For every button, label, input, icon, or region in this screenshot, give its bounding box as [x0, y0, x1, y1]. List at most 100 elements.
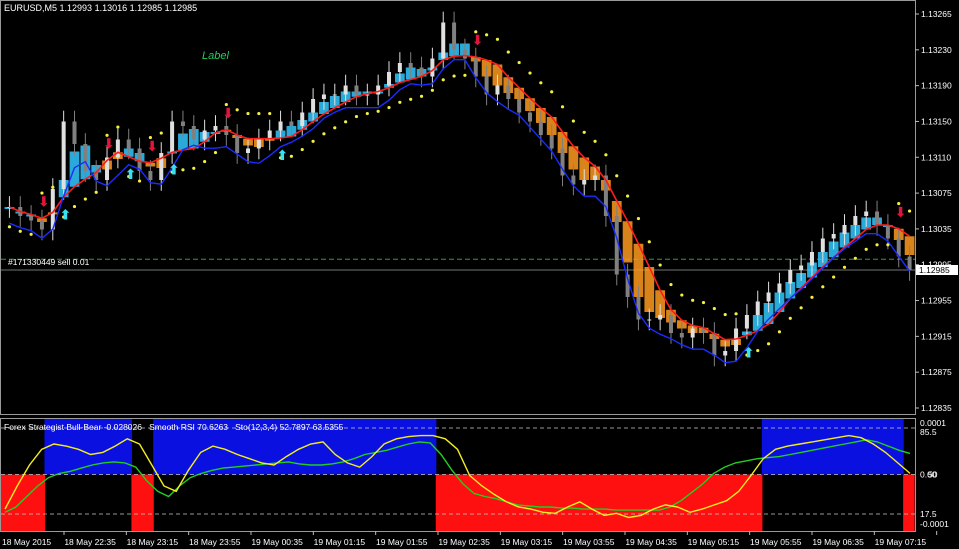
- candle-body: [311, 99, 316, 113]
- candle-body: [148, 171, 153, 180]
- candle-body: [788, 270, 793, 284]
- bear-bar: [446, 474, 459, 531]
- trend-dot: [322, 132, 326, 136]
- candle-body: [430, 58, 435, 77]
- bear-bar: [1, 474, 13, 531]
- rsi-value: 70.6263: [197, 422, 229, 432]
- bear-bar: [511, 474, 524, 531]
- time-axis-label: 18 May 23:15: [127, 537, 179, 547]
- candle-body: [799, 265, 804, 270]
- time-axis-label: 18 May 2015: [2, 537, 51, 547]
- bear-bar: [457, 474, 469, 531]
- trend-dot: [734, 312, 738, 316]
- candle-body: [744, 315, 749, 329]
- candle-body: [441, 22, 446, 59]
- candle-body: [582, 180, 587, 185]
- trend-dot: [192, 166, 196, 170]
- trend-dot: [799, 306, 803, 310]
- indicator-panel: [0, 418, 916, 532]
- trend-dot: [94, 190, 98, 194]
- bull-bar: [414, 419, 426, 475]
- buy-arrow-icon: ⬆: [743, 345, 755, 361]
- trend-dot: [376, 109, 380, 113]
- rsi-label: Smooth RSI: [149, 422, 195, 432]
- trend-dot: [235, 108, 239, 112]
- trend-dot: [582, 130, 586, 134]
- candle-body: [202, 130, 207, 140]
- candle-body: [72, 121, 77, 144]
- trend-dot: [137, 179, 142, 183]
- trend-dot: [203, 159, 207, 164]
- candle-body: [473, 58, 478, 77]
- candle-body: [517, 99, 522, 113]
- time-axis-label: 18 May 22:35: [64, 537, 116, 547]
- time-axis-label: 19 May 04:35: [625, 537, 677, 547]
- time-axis-label: 19 May 07:15: [875, 537, 927, 547]
- time-axis-label: 19 May 02:35: [438, 537, 490, 547]
- chart-label-text[interactable]: Label: [202, 50, 229, 62]
- candle-body: [191, 126, 196, 140]
- bear-bar: [479, 474, 491, 531]
- bear-bar: [555, 474, 567, 531]
- trend-dot: [593, 139, 597, 143]
- bear-bar: [490, 474, 502, 531]
- trend-dot: [615, 174, 619, 178]
- main-panel-frame: [0, 0, 916, 415]
- bull-bar: [848, 419, 861, 475]
- candle-body: [462, 49, 467, 59]
- candle-body: [387, 72, 392, 86]
- candle-body: [506, 85, 511, 99]
- candle-body: [538, 121, 543, 135]
- candle-body: [343, 85, 348, 95]
- trend-dot: [419, 94, 424, 98]
- sto-label: Sto(12,3,4): [235, 422, 278, 432]
- trend-dot: [832, 275, 836, 279]
- trend-dot: [875, 243, 879, 247]
- sell-arrow-icon: ⬇: [895, 205, 907, 221]
- trend-dot: [777, 330, 782, 334]
- trend-dot: [712, 306, 716, 311]
- price-axis: 0.000185.50.005017.5-0.00011.132651.1323…: [915, 9, 958, 529]
- trend-dot: [691, 298, 695, 302]
- trend-dot: [626, 194, 630, 198]
- trend-dot: [7, 225, 12, 229]
- trend-dot: [604, 153, 608, 157]
- trend-dot: [571, 119, 575, 123]
- trend-dot: [18, 229, 22, 233]
- candle-body: [853, 216, 858, 225]
- candle-body: [289, 121, 294, 126]
- trend-dot: [788, 316, 792, 320]
- price-axis-label: 1.13150: [921, 116, 952, 126]
- trend-dot: [539, 81, 543, 85]
- sto-values: 52.7897 63.5355: [279, 422, 344, 432]
- main-price-panel: ⬇ ⬆ ⬇ ⬆ ⬇ ⬆ ⬇ ⬆ ⬇ ⬆ ⬇: [0, 0, 916, 415]
- bull-bar: [370, 419, 383, 475]
- bear-bar: [533, 474, 546, 531]
- trend-dot: [636, 216, 641, 221]
- candle-body: [83, 144, 88, 171]
- candle-body: [755, 301, 760, 315]
- bear-bar: [620, 474, 633, 531]
- candle-body: [875, 211, 880, 225]
- indicator-axis-label: 85.5: [920, 427, 937, 437]
- price-axis-label: 1.13190: [921, 81, 952, 91]
- candle-body: [885, 225, 890, 239]
- trend-dot: [756, 348, 760, 353]
- candle-body: [820, 238, 825, 252]
- order-label[interactable]: #171330449 sell 0.01: [8, 257, 89, 267]
- time-axis-label: 19 May 00:35: [251, 537, 303, 547]
- bear-bar: [642, 474, 654, 531]
- candle-body: [180, 121, 185, 126]
- candle-body: [658, 315, 663, 320]
- trend-dot: [680, 293, 684, 297]
- candle-body: [300, 112, 305, 126]
- sell-arrow-icon: ⬇: [472, 33, 484, 49]
- bull-bar: [859, 419, 872, 475]
- candle-body: [29, 216, 34, 221]
- candle-body: [126, 139, 131, 149]
- trend-dot: [647, 240, 651, 244]
- trend-dot: [181, 168, 185, 172]
- trend-dot: [560, 105, 565, 109]
- trend-dot: [495, 37, 500, 41]
- indicator-value: -0.028026: [103, 422, 142, 432]
